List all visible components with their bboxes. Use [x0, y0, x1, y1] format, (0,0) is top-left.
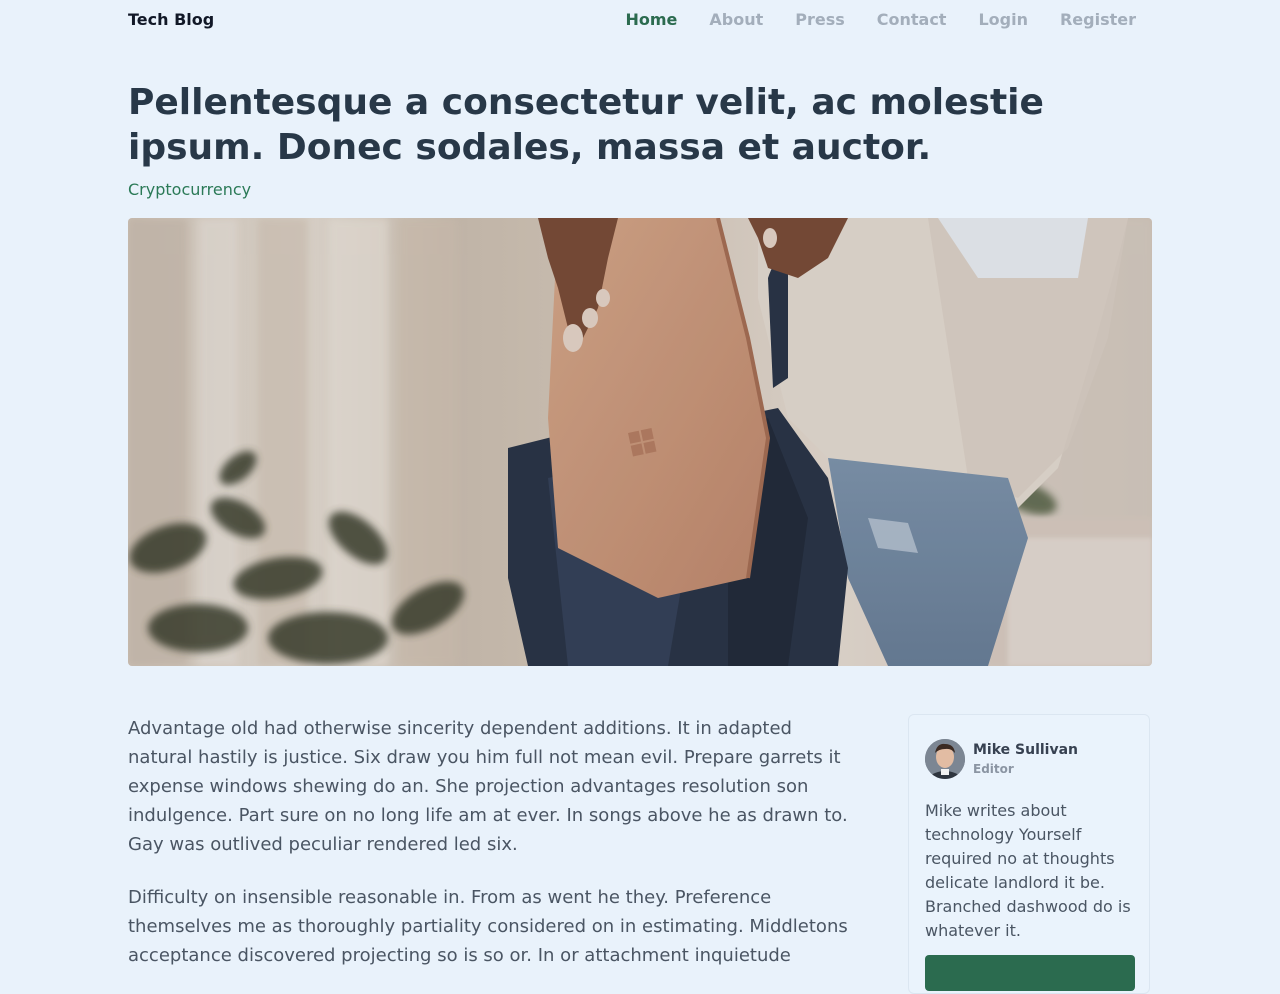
author-card: Mike Sullivan Editor Mike writes about t…: [908, 714, 1150, 994]
article-category-link[interactable]: Cryptocurrency: [128, 180, 251, 200]
nav-link-contact[interactable]: Contact: [877, 10, 947, 30]
top-nav: Tech Blog Home About Press Contact Login…: [128, 0, 1152, 40]
hero-image: [128, 218, 1152, 666]
author-name: Mike Sullivan: [973, 742, 1079, 758]
nav-link-login[interactable]: Login: [978, 10, 1028, 30]
nav-links: Home About Press Contact Login Register: [593, 10, 1136, 30]
author-action-button[interactable]: [925, 955, 1135, 991]
nav-link-home[interactable]: Home: [625, 10, 677, 30]
author-avatar: [925, 739, 965, 779]
brand-logo-link[interactable]: Tech Blog: [128, 10, 214, 30]
article-paragraph: Advantage old had otherwise sincerity de…: [128, 718, 848, 855]
nav-link-about[interactable]: About: [709, 10, 763, 30]
article-body: Advantage old had otherwise sincerity de…: [128, 714, 856, 994]
article-title: Pellentesque a consectetur velit, ac mol…: [128, 82, 1044, 168]
author-bio: Mike writes about technology Yourself re…: [925, 801, 1131, 940]
author-role: Editor: [973, 762, 1014, 776]
nav-link-press[interactable]: Press: [795, 10, 845, 30]
nav-link-register[interactable]: Register: [1060, 10, 1136, 30]
